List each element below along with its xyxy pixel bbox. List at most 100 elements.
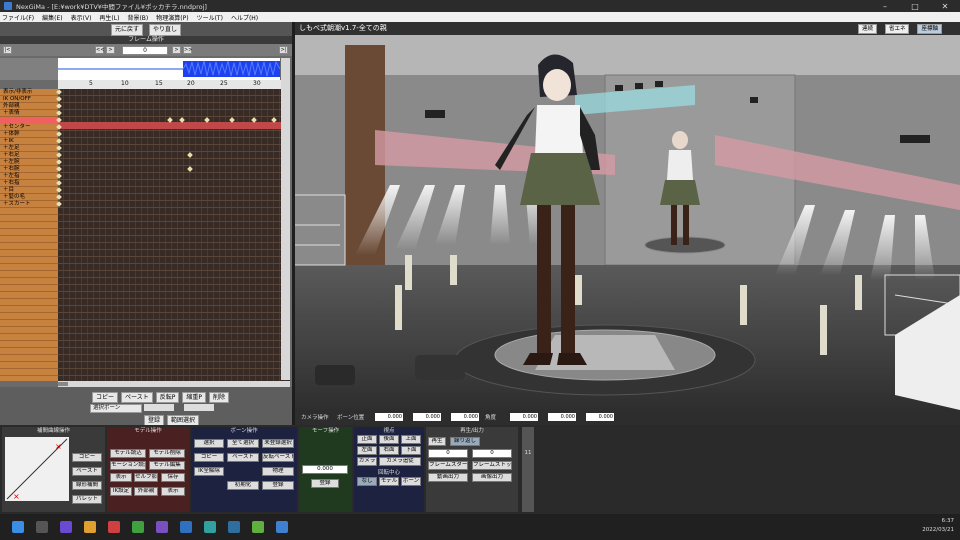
frame-start-button[interactable]: フレームスタート xyxy=(428,461,468,470)
delete-button[interactable]: 削除 xyxy=(208,392,229,403)
next-frame-button[interactable]: > xyxy=(172,46,181,54)
view-bottom-button[interactable]: 下面 xyxy=(401,446,421,455)
model-load-button[interactable]: モデル読込 xyxy=(110,449,146,458)
bone-select-button[interactable]: 選択 xyxy=(194,439,224,448)
unregistered-select-button[interactable]: 未登録選択 xyxy=(262,439,294,448)
track-label-selected[interactable] xyxy=(0,117,58,124)
rot-y-field[interactable]: 0.000 xyxy=(548,413,576,421)
track-label[interactable]: 表示/非表示 xyxy=(0,89,58,96)
track-label[interactable]: ＋体幹 xyxy=(0,131,58,138)
morph-value-field[interactable]: 0.000 xyxy=(302,465,348,474)
line-icon[interactable] xyxy=(252,521,264,533)
track-label[interactable]: IK ON/OFF xyxy=(0,96,58,103)
view-back-button[interactable]: 後面 xyxy=(379,435,399,444)
menu-play[interactable]: 再生(L) xyxy=(99,13,119,22)
chrome-icon[interactable] xyxy=(132,521,144,533)
reverse-paste-button[interactable]: 反転ペースト xyxy=(262,453,294,462)
palette-button[interactable]: パレット xyxy=(72,495,102,504)
start-icon[interactable] xyxy=(12,521,24,533)
pos-x-field[interactable]: 0.000 xyxy=(375,413,403,421)
maximize-button[interactable]: □ xyxy=(900,2,930,11)
select-bone-dropdown[interactable]: 選択ボーン xyxy=(90,404,142,413)
menu-view[interactable]: 表示(V) xyxy=(71,13,92,22)
track-label[interactable]: ＋右足 xyxy=(0,152,58,159)
play-from-field[interactable]: 0 xyxy=(428,449,468,458)
play-button[interactable]: 再生 xyxy=(428,437,446,446)
nexgima-icon[interactable] xyxy=(228,521,240,533)
ik-settings-button[interactable]: IK設定 xyxy=(110,487,132,496)
bone-paste-button[interactable]: ペースト xyxy=(227,453,259,462)
bone-copy-button[interactable]: コピー xyxy=(194,453,224,462)
track-label[interactable]: ＋右腕 xyxy=(0,166,58,173)
track-label[interactable]: ＋IK xyxy=(0,138,58,145)
rot-z-field[interactable]: 0.000 xyxy=(586,413,614,421)
range-end-input[interactable] xyxy=(184,404,214,411)
first-frame-button[interactable]: |< xyxy=(3,46,12,54)
repeat-button[interactable]: 繰り返し xyxy=(450,437,480,446)
chat-icon[interactable] xyxy=(60,521,72,533)
axis-button[interactable]: 座標軸 xyxy=(917,24,942,34)
keyframe-grid[interactable] xyxy=(58,89,290,381)
browser-icon[interactable] xyxy=(108,521,120,533)
model-show-button[interactable]: 表示 xyxy=(110,473,132,482)
clock-time[interactable]: 6:37 xyxy=(922,517,954,526)
app-icon[interactable] xyxy=(180,521,192,533)
track-label[interactable]: ＋センター xyxy=(0,124,58,131)
video-output-button[interactable]: 動画出力 xyxy=(428,473,468,482)
morph-register-button[interactable]: 登録 xyxy=(311,479,339,488)
interp-paste-button[interactable]: ペースト xyxy=(72,467,102,476)
reverse-paste-button[interactable]: 反転P xyxy=(155,392,180,403)
linear-interp-button[interactable]: 線形補間 xyxy=(72,481,102,490)
rot-x-field[interactable]: 0.000 xyxy=(510,413,538,421)
model-save-button[interactable]: 保存 xyxy=(161,473,185,482)
view-front-button[interactable]: 正面 xyxy=(357,435,377,444)
copy-button[interactable]: コピー xyxy=(92,392,119,403)
track-label[interactable]: ＋右指 xyxy=(0,180,58,187)
motion-load-button[interactable]: モーション読込 xyxy=(110,461,146,470)
center-none-button[interactable]: なし xyxy=(357,477,377,486)
continuous-button[interactable]: 連続 xyxy=(857,24,877,34)
camera-follow-button[interactable]: カメラ追従 xyxy=(379,457,421,466)
scroll-thumb[interactable] xyxy=(58,382,68,386)
self-shadow-button[interactable]: セルフ影 xyxy=(134,473,158,482)
track-label[interactable]: 外部親 xyxy=(0,103,58,110)
folder-icon[interactable] xyxy=(84,521,96,533)
vscode-icon[interactable] xyxy=(276,521,288,533)
3d-scene[interactable] xyxy=(295,35,960,410)
track-label[interactable]: ＋左腕 xyxy=(0,159,58,166)
pos-y-field[interactable]: 0.000 xyxy=(413,413,441,421)
next-key-button[interactable]: >> xyxy=(183,46,192,54)
interp-copy-button[interactable]: コピー xyxy=(72,453,102,462)
prev-frame-button[interactable]: > xyxy=(106,46,115,54)
menu-background[interactable]: 背景(B) xyxy=(127,13,148,22)
image-output-button[interactable]: 画像出力 xyxy=(472,473,512,482)
track-label[interactable]: ＋左指 xyxy=(0,173,58,180)
eco-button[interactable]: 省エネ xyxy=(884,24,910,34)
weather-icon[interactable] xyxy=(36,521,48,533)
bone-register-button[interactable]: 登録 xyxy=(262,481,294,490)
scale-button[interactable]: 縮重P xyxy=(182,392,206,403)
minimize-button[interactable]: – xyxy=(870,2,900,11)
display-button[interactable]: 表示 xyxy=(161,487,185,496)
interp-curve-editor[interactable]: ×× xyxy=(5,437,69,501)
volume-slider[interactable]: 11 xyxy=(522,427,534,512)
menu-physics[interactable]: 物理演算(P) xyxy=(156,13,188,22)
physics-button[interactable]: 物理 xyxy=(262,467,294,476)
bone-init-button[interactable]: 初期化 xyxy=(227,481,259,490)
menu-tools[interactable]: ツール(T) xyxy=(197,13,223,22)
track-label[interactable]: ＋表情 xyxy=(0,110,58,117)
app-icon[interactable] xyxy=(204,521,216,533)
view-top-button[interactable]: 上面 xyxy=(401,435,421,444)
paste-button[interactable]: ペースト xyxy=(121,392,153,403)
timeline-vertical-scrollbar[interactable] xyxy=(281,58,290,380)
track-label[interactable]: ＋スカート xyxy=(0,201,58,208)
view-left-button[interactable]: 左面 xyxy=(357,446,377,455)
camera-button[interactable]: カメラ xyxy=(357,457,377,466)
outer-parent-button[interactable]: 外部親 xyxy=(134,487,158,496)
frame-stop-button[interactable]: フレームストップ xyxy=(472,461,512,470)
prev-key-button[interactable]: << xyxy=(95,46,104,54)
track-label[interactable]: ＋左足 xyxy=(0,145,58,152)
track-label[interactable]: ＋髪の毛 xyxy=(0,194,58,201)
model-edit-button[interactable]: モデル編集 xyxy=(149,461,185,470)
select-all-button[interactable]: 全て選択 xyxy=(227,439,259,448)
